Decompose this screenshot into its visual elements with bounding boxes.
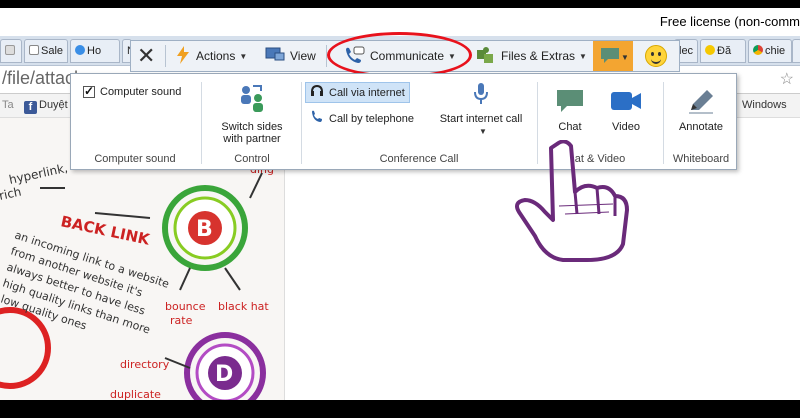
communicate-menu[interactable]: Communicate ▼ bbox=[343, 41, 456, 71]
group-label: Conference Call bbox=[379, 153, 459, 165]
view-menu[interactable]: View bbox=[265, 41, 316, 71]
facebook-icon: f bbox=[24, 101, 37, 114]
page-icon bbox=[29, 45, 39, 55]
doodle-text: rich bbox=[0, 185, 23, 203]
group-divider bbox=[301, 82, 302, 164]
top-black-strip bbox=[0, 0, 800, 8]
license-label: Free license (non-comm bbox=[659, 14, 800, 29]
close-icon: ✕ bbox=[137, 43, 156, 68]
monitor-icon bbox=[265, 47, 285, 66]
video-camera-icon bbox=[601, 88, 651, 117]
bookmark-star-icon[interactable]: ☆ bbox=[780, 69, 794, 89]
phone-chat-icon bbox=[343, 46, 365, 67]
chevron-down-icon: ▼ bbox=[448, 51, 456, 61]
chat-toolbar-button[interactable]: ▼ bbox=[593, 41, 633, 71]
arrow-line bbox=[94, 212, 151, 219]
files-extras-menu[interactable]: Files & Extras ▼ bbox=[476, 41, 587, 71]
bird-icon bbox=[75, 45, 85, 55]
checkbox-checked[interactable] bbox=[83, 84, 95, 98]
chrome-icon bbox=[753, 45, 763, 55]
doodle-text: hyperlink, bbox=[8, 161, 69, 187]
start-internet-call-button[interactable]: Start internet call ▼ bbox=[431, 82, 531, 137]
browser-tab[interactable]: Sale bbox=[24, 39, 68, 63]
red-circle-shape bbox=[0, 307, 51, 389]
pencil-icon bbox=[669, 88, 733, 117]
browser-tab[interactable]: chie bbox=[748, 39, 792, 63]
call-via-internet-option[interactable]: Call via internet bbox=[305, 82, 410, 103]
annotate-button[interactable]: Annotate bbox=[669, 88, 733, 133]
chevron-down-icon: ▼ bbox=[479, 127, 487, 136]
browser-tab[interactable]: Ho bbox=[70, 39, 120, 63]
chat-bubble-icon bbox=[545, 88, 595, 117]
switch-sides-icon bbox=[209, 82, 295, 117]
communicate-dropdown-panel: Computer sound Computer sound Switch sid… bbox=[70, 73, 737, 170]
doodle-text: black hat bbox=[218, 300, 269, 313]
browser-tab[interactable] bbox=[0, 39, 22, 63]
page-icon bbox=[5, 45, 15, 55]
bookmark-windows[interactable]: Windows bbox=[742, 99, 787, 111]
arrow-line bbox=[224, 267, 241, 291]
star-icon bbox=[705, 45, 715, 55]
teamviewer-toolbar: ✕ Actions ▼ View Communicate ▼ Files & Ext… bbox=[130, 40, 680, 72]
arrow-line bbox=[179, 267, 191, 291]
control-group: Switch sides with partner Control bbox=[203, 74, 301, 169]
computer-sound-group: Computer sound Computer sound bbox=[71, 74, 199, 169]
group-divider bbox=[201, 82, 202, 164]
smiley-icon[interactable] bbox=[645, 45, 667, 67]
svg-text:▼: ▼ bbox=[621, 53, 627, 62]
toolbar-divider bbox=[165, 45, 166, 67]
whiteboard-group: Annotate Whiteboard bbox=[665, 74, 737, 169]
doodle-text: directory bbox=[120, 358, 170, 371]
bookmark-overflow[interactable]: Ta bbox=[2, 99, 14, 111]
group-divider bbox=[663, 82, 664, 164]
computer-sound-option[interactable]: Computer sound bbox=[83, 84, 181, 98]
group-label: at & Video bbox=[574, 153, 626, 165]
switch-sides-button[interactable]: Switch sides with partner bbox=[209, 82, 295, 145]
group-label: Computer sound bbox=[94, 153, 176, 165]
b-letter: B bbox=[196, 217, 213, 242]
group-label: Control bbox=[234, 153, 270, 165]
title-bar: Free license (non-comm bbox=[0, 8, 800, 36]
bottom-black-strip bbox=[0, 400, 800, 418]
puzzle-icon bbox=[476, 46, 496, 67]
conference-call-group: Call via internet Call by telephone Star… bbox=[303, 74, 535, 169]
video-button[interactable]: Video bbox=[601, 88, 651, 133]
headset-icon bbox=[310, 84, 324, 101]
d-letter: D bbox=[215, 362, 233, 387]
doodle-text: rate bbox=[170, 314, 193, 327]
chat-button[interactable]: Chat bbox=[545, 88, 595, 133]
chat-bubble-icon: ▼ bbox=[601, 48, 627, 63]
doodle-text: duplicate bbox=[110, 388, 161, 400]
chevron-down-icon: ▼ bbox=[239, 51, 248, 61]
chat-video-group: Chat Video at & Video bbox=[539, 74, 661, 169]
actions-menu[interactable]: Actions ▼ bbox=[175, 41, 247, 71]
browser-tab[interactable] bbox=[792, 39, 800, 63]
group-label: Whiteboard bbox=[672, 153, 730, 165]
lightning-icon bbox=[175, 45, 191, 67]
arrow-line bbox=[249, 172, 263, 199]
close-button[interactable]: ✕ bbox=[137, 41, 155, 71]
group-divider bbox=[537, 82, 538, 164]
doodle-text: bounce bbox=[165, 300, 206, 313]
toolbar-divider bbox=[326, 45, 327, 67]
browser-tab[interactable]: Đă bbox=[700, 39, 746, 63]
chevron-down-icon: ▼ bbox=[579, 51, 587, 61]
bookmark-facebook[interactable]: f Duyệt bbox=[24, 99, 68, 114]
call-by-telephone-option[interactable]: Call by telephone bbox=[310, 110, 414, 127]
microphone-icon bbox=[431, 82, 531, 109]
phone-icon bbox=[310, 110, 324, 127]
